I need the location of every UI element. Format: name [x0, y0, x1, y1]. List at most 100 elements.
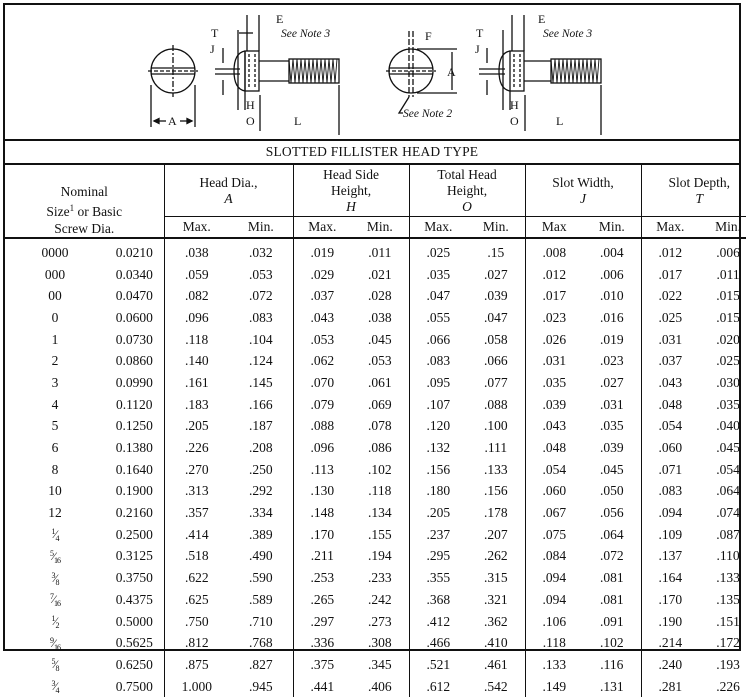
slot-width-max-cell: .054 — [524, 458, 584, 481]
slot-width-max-cell: .039 — [524, 393, 584, 416]
slot-width-min-cell: .091 — [599, 613, 624, 629]
slot-width-max-cell: .133 — [524, 654, 584, 676]
slot-depth-min-cell: .006 — [716, 244, 740, 260]
slot-depth-min-cell: .011 — [716, 266, 740, 282]
head-side-height-max-cell: .037 — [292, 285, 352, 308]
table-row: 8 0.1640 .270 .250 .113 .102 .156 .133 .054 .045.… — [5, 458, 746, 481]
slot-width-min-cell: .006 — [599, 266, 624, 282]
basic-screw-dia-cell: 0.1900 — [115, 483, 153, 499]
slot-width-max-cell: .075 — [524, 523, 584, 546]
table-row: 4 0.1120 .183 .166 .079 .069 .107 .088 .039 .031.… — [5, 393, 746, 416]
head-side-height-max-cell: .375 — [292, 654, 352, 676]
basic-screw-dia-cell: 0.0860 — [115, 353, 153, 369]
head-side-height-max-cell: .297 — [292, 610, 352, 633]
table-body: 0000 0.0210.038.032.019.011.025.15.008.00… — [5, 238, 746, 697]
head-side-height-min-cell: .406 — [367, 678, 392, 694]
head-side-height-max-cell: .096 — [292, 437, 352, 459]
fraction-size: 5⁄16 — [49, 548, 61, 565]
slot-width-max-cell: .017 — [524, 285, 584, 308]
basic-screw-dia-cell: 0.1250 — [115, 418, 153, 434]
slot-width-max-cell: .048 — [524, 437, 584, 459]
slot-width-max-cell: .026 — [524, 328, 584, 351]
slot-width-min-cell: .004 — [599, 244, 624, 260]
slot-width-min-header: Min. — [583, 216, 642, 239]
head-side-height-min-cell: .069 — [367, 396, 392, 412]
head-side-height-min-cell: .134 — [367, 505, 392, 521]
table-row: 2 0.0860 .140 .124 .062 .053 .083 .066 .031 .023.… — [5, 350, 746, 373]
total-head-height-max-cell: .055 — [408, 307, 468, 329]
head-side-height-min-cell: .053 — [367, 353, 392, 369]
head-dia-min-cell: .145 — [248, 374, 273, 390]
table-row: 3⁄8 0.3750 .622 .590 .253 .233 .355 .315 .094 .08… — [5, 567, 746, 589]
head-dia-max-cell: .414 — [163, 523, 229, 546]
slot-width-max-cell: .094 — [524, 589, 584, 611]
dim-label-e: E — [276, 12, 283, 26]
head-dia-min-cell: .124 — [248, 353, 273, 369]
head-side-height-max-cell: .148 — [292, 502, 352, 524]
basic-screw-dia-cell: 0.5625 — [115, 635, 153, 651]
total-head-height-max-cell: .612 — [408, 675, 468, 697]
head-dia-min-cell: .827 — [248, 656, 273, 672]
head-dia-max-cell: .096 — [163, 307, 229, 329]
slot-depth-max-cell: .164 — [640, 567, 700, 589]
head-side-height-max-cell: .053 — [292, 328, 352, 351]
basic-screw-dia-cell: 0.5000 — [115, 613, 153, 629]
nominal-size-cell: 3⁄4 — [5, 676, 105, 697]
fraction-size: 1⁄4 — [51, 527, 59, 544]
slot-depth-max-cell: .037 — [640, 350, 700, 373]
slot-width-min-cell: .081 — [599, 570, 624, 586]
nominal-size-cell: 3 — [51, 374, 59, 390]
nominal-size-cell: 2 — [51, 353, 59, 369]
total-head-height-min-cell: .207 — [483, 526, 508, 542]
basic-screw-dia-cell: 0.1380 — [115, 440, 153, 456]
total-head-height-min-cell: .178 — [483, 505, 508, 521]
head-side-height-min-cell: .038 — [367, 309, 392, 325]
head-side-height-max-cell: .043 — [292, 307, 352, 329]
nominal-size-cell: 1 — [51, 331, 59, 347]
slot-width-max-cell: .106 — [524, 610, 584, 633]
slot-depth-max-cell: .240 — [640, 654, 700, 676]
basic-screw-dia-cell: 0.0990 — [115, 374, 153, 390]
total-head-height-max-cell: .107 — [408, 393, 468, 416]
head-side-height-min-cell: .078 — [367, 418, 392, 434]
head-dia-max-cell: .750 — [163, 610, 229, 633]
slot-width-max-header: Max — [524, 216, 584, 239]
total-head-height-min-cell: .461 — [483, 656, 508, 672]
head-side-height-min-header: Min. — [351, 216, 410, 239]
basic-screw-dia-cell: 0.3750 — [115, 570, 153, 586]
total-head-height-max-cell: .120 — [408, 415, 468, 438]
slot-width-max-cell: .008 — [524, 238, 584, 264]
total-head-height-min-cell: .262 — [483, 548, 508, 564]
nominal-size-cell: 9⁄16 — [5, 632, 105, 654]
slot-width-min-cell: .035 — [599, 418, 624, 434]
head-side-height-max-cell: .029 — [292, 263, 352, 286]
slot-depth-max-cell: .031 — [640, 328, 700, 351]
total-head-height-min-cell: .111 — [484, 440, 508, 456]
slot-depth-min-cell: .172 — [716, 635, 740, 651]
slot-width-min-cell: .050 — [599, 483, 624, 499]
total-head-height-min-cell: .100 — [483, 418, 508, 434]
basic-screw-dia-cell: 0.2160 — [115, 505, 153, 521]
slot-width-header: Slot Width, J — [524, 165, 642, 217]
total-head-height-max-cell: .025 — [408, 238, 468, 264]
slot-depth-max-cell: .071 — [640, 458, 700, 481]
head-dia-max-cell: .812 — [163, 632, 229, 655]
nominal-size-header: Nominal Size1 or Basic Screw Dia. — [5, 165, 164, 239]
total-head-height-max-cell: .355 — [408, 567, 468, 589]
total-head-height-header: Total Head Height, O — [408, 165, 526, 217]
slot-width-min-cell: .131 — [599, 678, 624, 694]
table-row: 6 0.1380 .226 .208 .096 .086 .132 .111 .048 .039.… — [5, 437, 746, 459]
slot-depth-min-cell: .133 — [716, 570, 740, 586]
total-head-height-max-cell: .368 — [408, 589, 468, 611]
head-dia-min-cell: .250 — [248, 461, 273, 477]
table-row: 3⁄4 0.7500 1.000 .945 .441 .406 .612 .542 .149 .1… — [5, 675, 746, 697]
head-side-height-max-cell: .088 — [292, 415, 352, 438]
head-dia-min-header: Min. — [229, 216, 294, 239]
table-row: 1⁄2 0.5000 .750 .710 .297 .273 .412 .362 .106 .09… — [5, 610, 746, 633]
dim-label-e-right: E — [538, 12, 545, 26]
basic-screw-dia-cell: 0.3125 — [115, 548, 153, 564]
nominal-size-cell: 1⁄2 — [5, 611, 105, 633]
dim-label-l: L — [294, 114, 301, 128]
slot-depth-max-cell: .054 — [640, 415, 700, 438]
slot-depth-max-cell: .017 — [640, 263, 700, 286]
